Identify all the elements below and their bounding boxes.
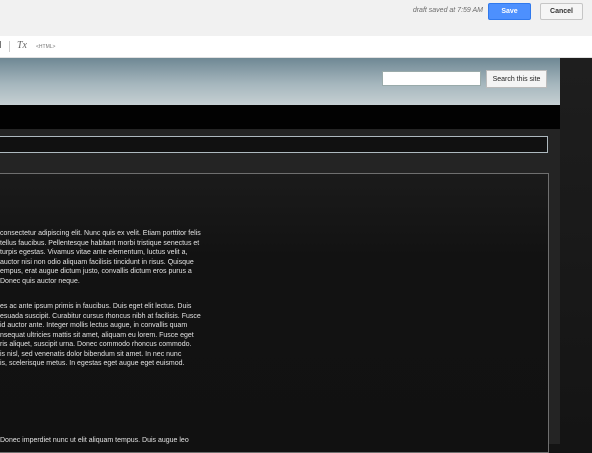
site-search-input[interactable] <box>382 71 481 86</box>
align-icon[interactable] <box>0 41 4 48</box>
page-title-field[interactable] <box>0 136 548 153</box>
text-line: ris aliquet, suscipit urna. Donec commod… <box>0 341 192 348</box>
search-site-button[interactable]: Search this site <box>486 70 547 88</box>
text-line: consectetur adipiscing elit. Nunc quis e… <box>0 230 201 237</box>
text-line: turpis egestas. Vivamus vitae ante eleme… <box>0 249 188 256</box>
toolbar-divider <box>9 41 10 52</box>
text-line: empus, erat augue dictum justo, convalli… <box>0 268 192 275</box>
formatting-toolbar: Tx <HTML> <box>0 36 592 58</box>
content-paragraph-1: consectetur adipiscing elit. Nunc quis e… <box>0 229 253 286</box>
editor-top-bar: draft saved at 7:59 AM Save Cancel <box>0 0 592 36</box>
draft-status: draft saved at 7:59 AM <box>412 7 483 14</box>
content-paragraph-3: Donec imperdiet nunc ut elit aliquam tem… <box>0 436 253 446</box>
text-line: nsequat ultricies mattis sit amet, aliqu… <box>0 331 194 339</box>
content-paragraph-2: es ac ante ipsum primis in faucibus. Dui… <box>0 302 253 369</box>
text-line: id auctor ante. Integer mollis lectus au… <box>0 322 188 329</box>
text-line: is, scelerisque metus. In egestas eget a… <box>0 360 185 367</box>
page-right-margin <box>560 58 592 444</box>
text-line: auctor nisi non odio aliquam facilisis t… <box>0 258 194 266</box>
text-line: Donec imperdiet nunc ut elit aliquam tem… <box>0 437 189 444</box>
html-toggle-button[interactable]: <HTML> <box>36 44 55 50</box>
text-line: tellus faucibus. Pellentesque habitant m… <box>0 239 200 247</box>
text-line: Donec quis auctor neque. <box>0 277 80 285</box>
text-line: esuada suscipit. Curabitur cursus rhoncu… <box>0 312 201 320</box>
site-navigation-bar <box>0 105 560 129</box>
clear-formatting-icon[interactable]: Tx <box>17 40 27 51</box>
text-line: es ac ante ipsum primis in faucibus. Dui… <box>0 303 192 310</box>
cancel-button[interactable]: Cancel <box>540 3 583 20</box>
save-button[interactable]: Save <box>488 3 531 20</box>
text-line: is nisl, sed venenatis dolor bibendum si… <box>0 350 182 358</box>
